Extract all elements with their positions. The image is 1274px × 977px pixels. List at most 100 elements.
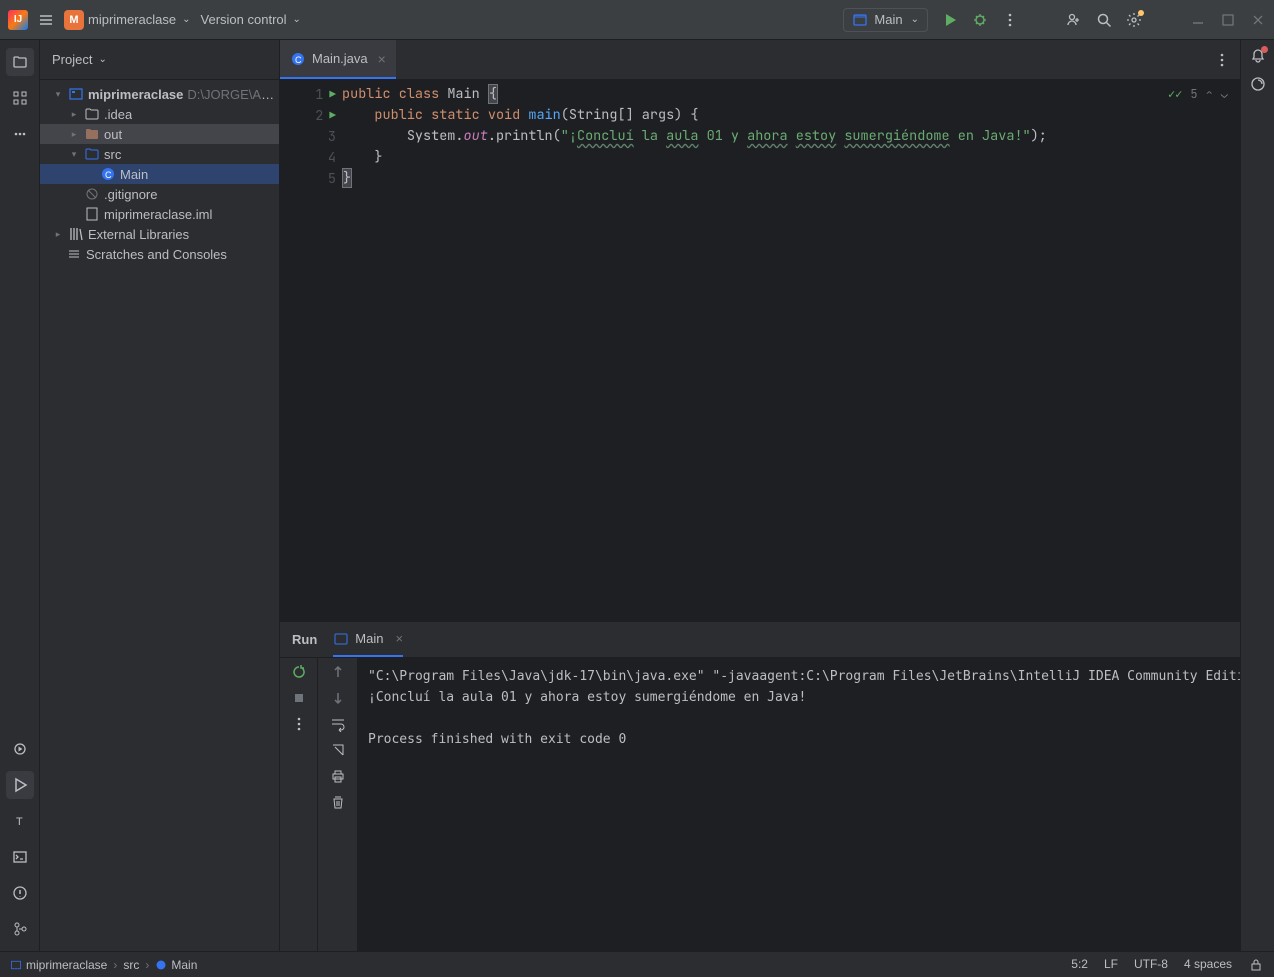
tree-root-hint: D:\JORGE\ALURA <box>187 87 275 102</box>
rerun-button[interactable] <box>291 664 307 680</box>
breadcrumb[interactable]: miprimeraclase <box>10 958 107 972</box>
search-icon[interactable] <box>1096 12 1112 28</box>
tree-label: src <box>104 147 121 162</box>
settings-icon[interactable] <box>1126 12 1142 28</box>
run-gutter-icon[interactable]: ▶ <box>329 88 336 102</box>
stop-button[interactable] <box>291 690 307 706</box>
project-panel-header[interactable]: Project ⌄ <box>40 40 279 80</box>
tree-item-out[interactable]: ▸ out <box>40 124 279 144</box>
crumb-label: src <box>123 958 139 972</box>
vcs-dropdown[interactable]: Version control ⌄ <box>201 12 301 27</box>
tree-item-iml[interactable]: miprimeraclase.iml <box>40 204 279 224</box>
print-icon[interactable] <box>330 768 346 784</box>
console-line: Process finished with exit code 0 <box>368 732 626 747</box>
line-separator[interactable]: LF <box>1104 957 1118 973</box>
application-icon <box>333 631 349 647</box>
right-tool-stripe <box>1240 40 1274 951</box>
module-icon <box>68 86 84 102</box>
tree-root-name: miprimeraclase <box>88 87 183 102</box>
ai-assistant-icon[interactable] <box>1250 76 1266 92</box>
code-editor[interactable]: 1▶ 2▶ 3 4 5 public class Main { public s… <box>280 80 1240 621</box>
more-tool-button[interactable] <box>6 120 34 148</box>
minimize-button[interactable] <box>1190 12 1206 28</box>
indent[interactable]: 4 spaces <box>1184 957 1232 973</box>
source-folder-icon <box>84 146 100 162</box>
code-with-me-icon[interactable] <box>1066 12 1082 28</box>
chevron-down-icon: ⌄ <box>182 14 190 25</box>
gutter: 1▶ 2▶ 3 4 5 <box>280 80 342 621</box>
ide-logo-icon: IJ <box>8 10 28 30</box>
run-gutter-icon[interactable]: ▶ <box>329 109 336 123</box>
breadcrumb[interactable]: src <box>123 958 139 972</box>
run-toolbar-left <box>280 658 318 951</box>
code-content[interactable]: public class Main { public static void m… <box>342 80 1240 621</box>
encoding[interactable]: UTF-8 <box>1134 957 1168 973</box>
next-problem-icon[interactable]: ⌄ <box>1221 86 1228 102</box>
close-icon[interactable]: × <box>395 631 403 646</box>
services-tool-button[interactable] <box>6 735 34 763</box>
library-icon <box>68 226 84 242</box>
caret-position[interactable]: 5:2 <box>1071 957 1088 973</box>
project-name: miprimeraclase <box>88 12 176 27</box>
tree-item-scratches[interactable]: Scratches and Consoles <box>40 244 279 264</box>
tree-item-main[interactable]: C Main <box>40 164 279 184</box>
run-button[interactable] <box>942 12 958 28</box>
left-tool-stripe: T <box>0 40 40 951</box>
tree-label: miprimeraclase.iml <box>104 207 212 222</box>
run-panel: Run Main × <box>280 621 1240 951</box>
tree-root[interactable]: ▾ miprimeraclaseD:\JORGE\ALURA <box>40 84 279 104</box>
editor-inspections[interactable]: ✓✓ 5 ⌃ ⌄ <box>1168 86 1228 102</box>
scroll-up-icon[interactable] <box>330 664 346 680</box>
debug-button[interactable] <box>972 12 988 28</box>
structure-tool-button[interactable] <box>6 84 34 112</box>
line-number: 5 <box>328 170 336 188</box>
editor-tab[interactable]: C Main.java × <box>280 40 396 79</box>
console-output[interactable]: "C:\Program Files\Java\jdk-17\bin\java.e… <box>358 658 1240 951</box>
vcs-tool-button[interactable] <box>6 915 34 943</box>
line-number: 3 <box>328 128 336 146</box>
tab-label: Main.java <box>312 51 368 66</box>
project-tree: ▾ miprimeraclaseD:\JORGE\ALURA ▸ .idea ▸… <box>40 80 279 951</box>
build-tool-button[interactable]: T <box>6 807 34 835</box>
vcs-label: Version control <box>201 12 287 27</box>
tree-item-external[interactable]: ▸ External Libraries <box>40 224 279 244</box>
close-tab-icon[interactable]: × <box>378 51 386 67</box>
project-panel-title: Project <box>52 52 92 67</box>
run-tab[interactable]: Main × <box>333 622 403 657</box>
project-dropdown[interactable]: M miprimeraclase ⌄ <box>64 10 191 30</box>
breadcrumb[interactable]: Main <box>155 958 197 972</box>
tree-item-gitignore[interactable]: .gitignore <box>40 184 279 204</box>
run-toolbar-console <box>318 658 358 951</box>
run-title: Run <box>292 632 317 647</box>
tab-options-icon[interactable] <box>1214 52 1230 68</box>
close-button[interactable] <box>1250 12 1266 28</box>
folder-icon <box>84 126 100 142</box>
clear-icon[interactable] <box>330 794 346 810</box>
prev-problem-icon[interactable]: ⌃ <box>1206 86 1213 102</box>
scroll-down-icon[interactable] <box>330 690 346 706</box>
editor-area: C Main.java × 1▶ 2▶ 3 4 5 public class M… <box>280 40 1240 951</box>
problems-tool-button[interactable] <box>6 879 34 907</box>
terminal-tool-button[interactable] <box>6 843 34 871</box>
class-icon <box>155 959 167 971</box>
crumb-label: miprimeraclase <box>26 958 107 972</box>
more-actions-button[interactable] <box>1002 12 1018 28</box>
run-tool-button[interactable] <box>6 771 34 799</box>
notifications-icon[interactable] <box>1250 48 1266 64</box>
lock-icon[interactable] <box>1248 957 1264 973</box>
maximize-button[interactable] <box>1220 12 1236 28</box>
more-console-icon[interactable] <box>291 716 307 732</box>
chevron-down-icon: ⌄ <box>98 54 106 65</box>
project-tool-button[interactable] <box>6 48 34 76</box>
run-config-selector[interactable]: Main ⌄ <box>843 8 928 32</box>
line-number: 1 <box>315 86 323 104</box>
tree-item-idea[interactable]: ▸ .idea <box>40 104 279 124</box>
hamburger-icon[interactable] <box>38 12 54 28</box>
folder-icon <box>84 106 100 122</box>
soft-wrap-icon[interactable] <box>330 716 346 732</box>
svg-text:C: C <box>295 55 302 65</box>
check-icon: ✓✓ <box>1168 86 1182 102</box>
scroll-to-end-icon[interactable] <box>330 742 346 758</box>
tree-label: out <box>104 127 122 142</box>
tree-item-src[interactable]: ▾ src <box>40 144 279 164</box>
